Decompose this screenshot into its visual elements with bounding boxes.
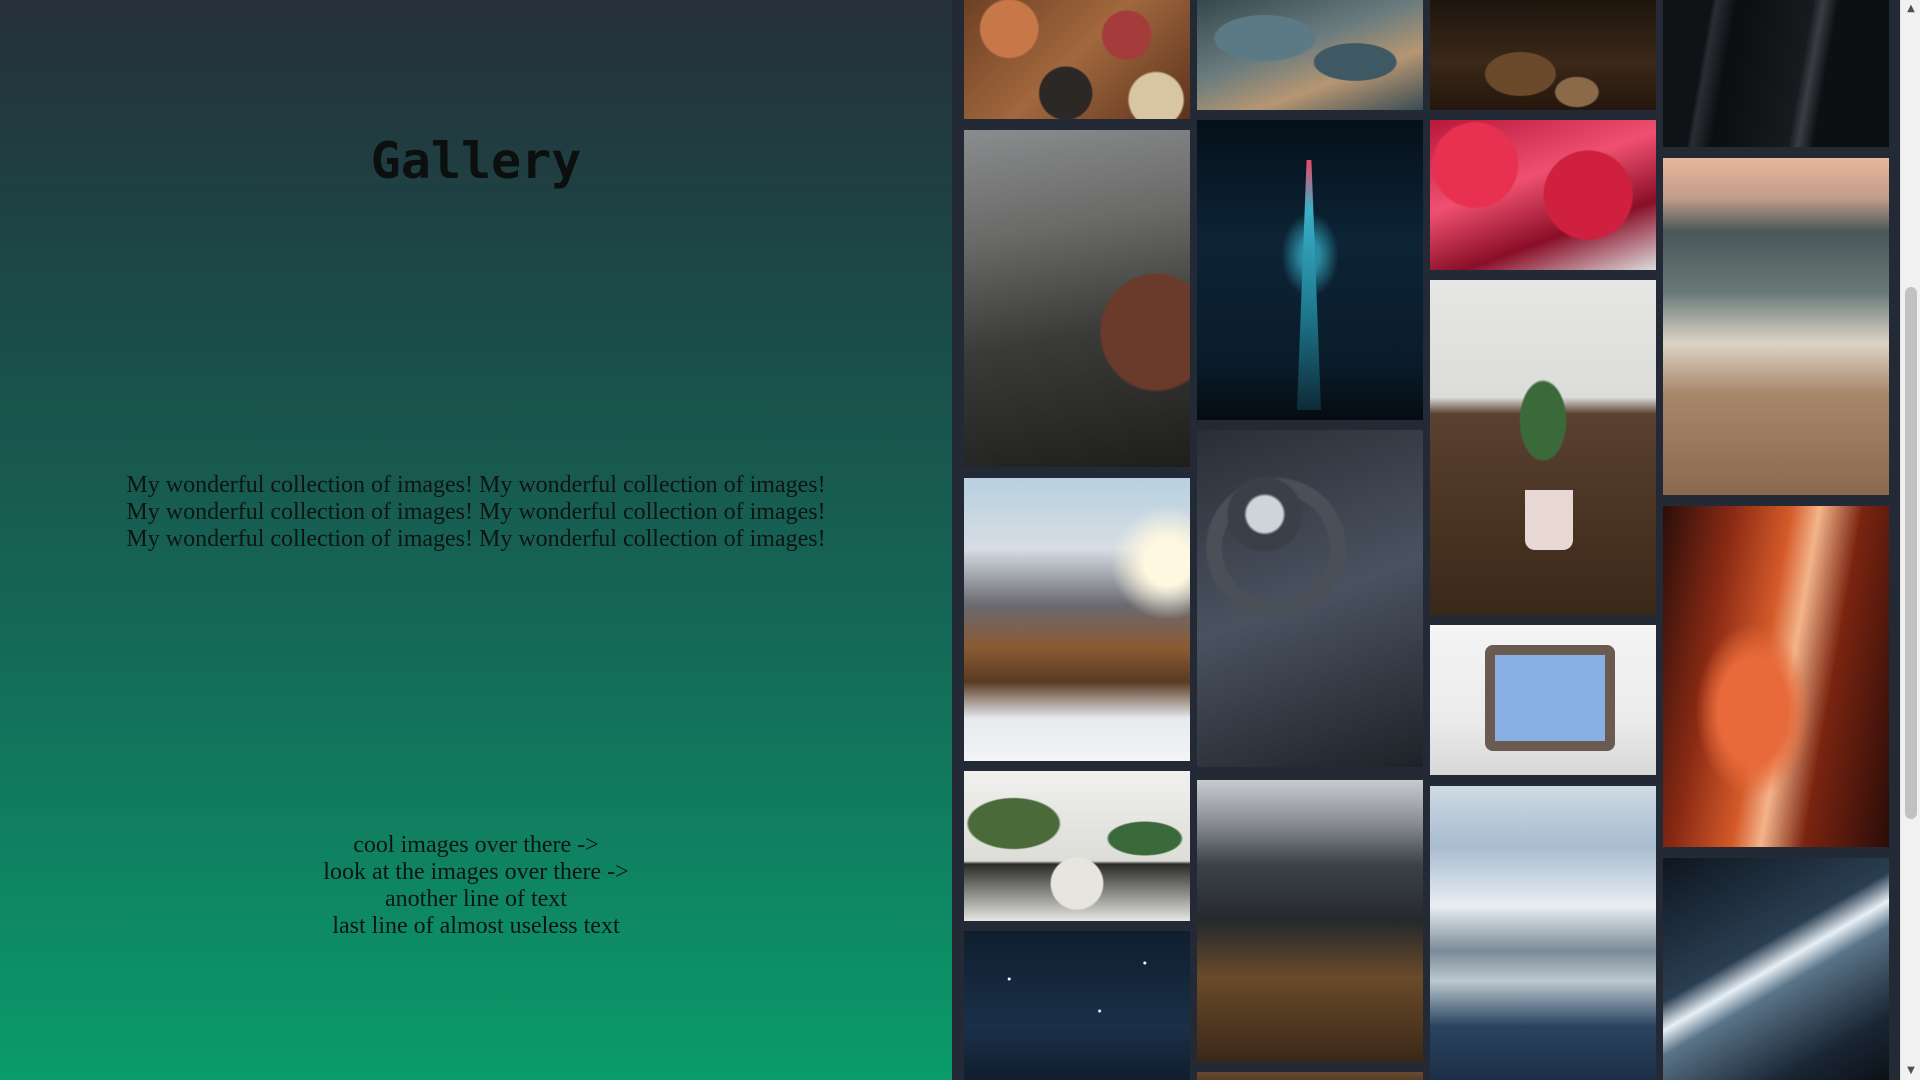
autumn-leaves-photo[interactable] bbox=[1430, 0, 1656, 110]
bottom-text: cool images over there -> look at the im… bbox=[0, 832, 952, 940]
mountain-lake-photo[interactable] bbox=[1430, 786, 1656, 1080]
image-gallery[interactable] bbox=[952, 0, 1900, 1080]
bottom-line: another line of text bbox=[385, 886, 567, 912]
food-table-photo[interactable] bbox=[964, 0, 1190, 119]
retro-tv-photo[interactable] bbox=[1430, 625, 1656, 775]
intro-line: My wonderful collection of images! My wo… bbox=[126, 472, 826, 498]
red-canyon-photo[interactable] bbox=[1663, 506, 1889, 847]
bottom-line: last line of almost useless text bbox=[332, 913, 620, 939]
page-title: Gallery bbox=[370, 132, 582, 190]
pier-stairs-sea-photo[interactable] bbox=[1197, 780, 1423, 1062]
potted-cactus-photo[interactable] bbox=[1430, 280, 1656, 615]
left-panel: Gallery My wonderful collection of image… bbox=[0, 0, 952, 1080]
starry-sky-photo[interactable] bbox=[964, 931, 1190, 1080]
escalator-photo[interactable] bbox=[1663, 0, 1889, 147]
intro-line: My wonderful collection of images! My wo… bbox=[126, 499, 826, 525]
cactus-pots-photo[interactable] bbox=[964, 771, 1190, 921]
lit-tower-night-photo[interactable] bbox=[1197, 120, 1423, 420]
scrollbar-thumb[interactable] bbox=[1905, 287, 1917, 819]
scroll-down-arrow-icon[interactable]: ▼ bbox=[1901, 1062, 1920, 1080]
ocean-beach-photo[interactable] bbox=[1663, 158, 1889, 495]
aerial-coast-photo[interactable] bbox=[1197, 0, 1423, 110]
rainy-city-street-photo[interactable] bbox=[964, 130, 1190, 467]
tunnel-lights-photo[interactable] bbox=[1663, 858, 1889, 1080]
intro-text: My wonderful collection of images! My wo… bbox=[0, 472, 952, 553]
scroll-up-arrow-icon[interactable]: ▲ bbox=[1901, 0, 1920, 18]
bottom-line: look at the images over there -> bbox=[323, 859, 629, 885]
intro-line: My wonderful collection of images! My wo… bbox=[126, 526, 826, 552]
red-tree-photo[interactable] bbox=[1430, 120, 1656, 270]
bottom-line: cool images over there -> bbox=[353, 832, 599, 858]
snowy-mountain-forest-photo[interactable] bbox=[964, 478, 1190, 761]
partial-photo[interactable] bbox=[1197, 1072, 1423, 1080]
vertical-scrollbar[interactable]: ▲ ▼ bbox=[1900, 0, 1920, 1080]
spiral-staircase-photo[interactable] bbox=[1197, 430, 1423, 767]
